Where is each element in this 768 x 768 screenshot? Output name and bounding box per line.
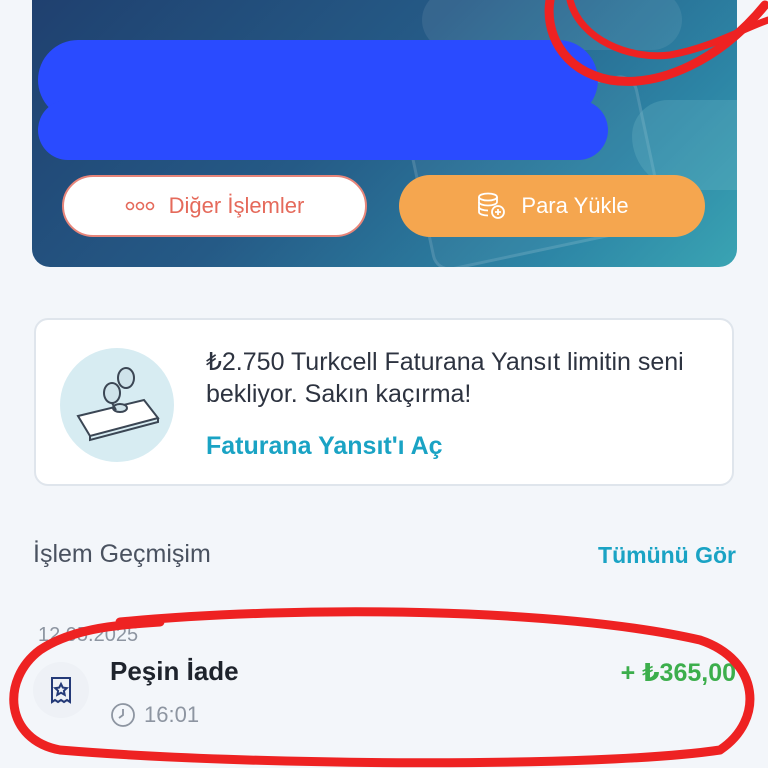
transaction-history-title: İşlem Geçmişim xyxy=(33,540,211,568)
refund-receipt-icon xyxy=(33,662,89,718)
open-bill-payment-link[interactable]: Faturana Yansıt'ı Aç xyxy=(206,432,443,461)
other-actions-label: Diğer İşlemler xyxy=(168,193,305,218)
transaction-title[interactable]: Peşin İade xyxy=(110,656,239,687)
other-actions-button[interactable]: Diğer İşlemler xyxy=(62,175,367,237)
transaction-amount: + ₺365,00 xyxy=(620,659,736,687)
phone-coins-illustration xyxy=(60,348,174,462)
promo-card[interactable]: ₺2.750 Turkcell Faturana Yansıt limitin … xyxy=(34,318,734,486)
promo-message: ₺2.750 Turkcell Faturana Yansıt limitin … xyxy=(206,348,684,408)
load-money-button[interactable]: Para Yükle xyxy=(399,175,705,237)
load-money-label: Para Yükle xyxy=(521,193,629,218)
transaction-time: 16:01 xyxy=(110,702,199,728)
transaction-date: 12.05.2025 xyxy=(38,624,139,646)
coins-add-icon xyxy=(475,190,507,222)
redaction-scribble xyxy=(38,100,608,160)
see-all-link[interactable]: Tümünü Gör xyxy=(598,542,736,569)
transaction-time-text: 16:01 xyxy=(144,702,200,727)
more-dots-icon xyxy=(125,201,155,211)
clock-icon xyxy=(110,702,136,728)
